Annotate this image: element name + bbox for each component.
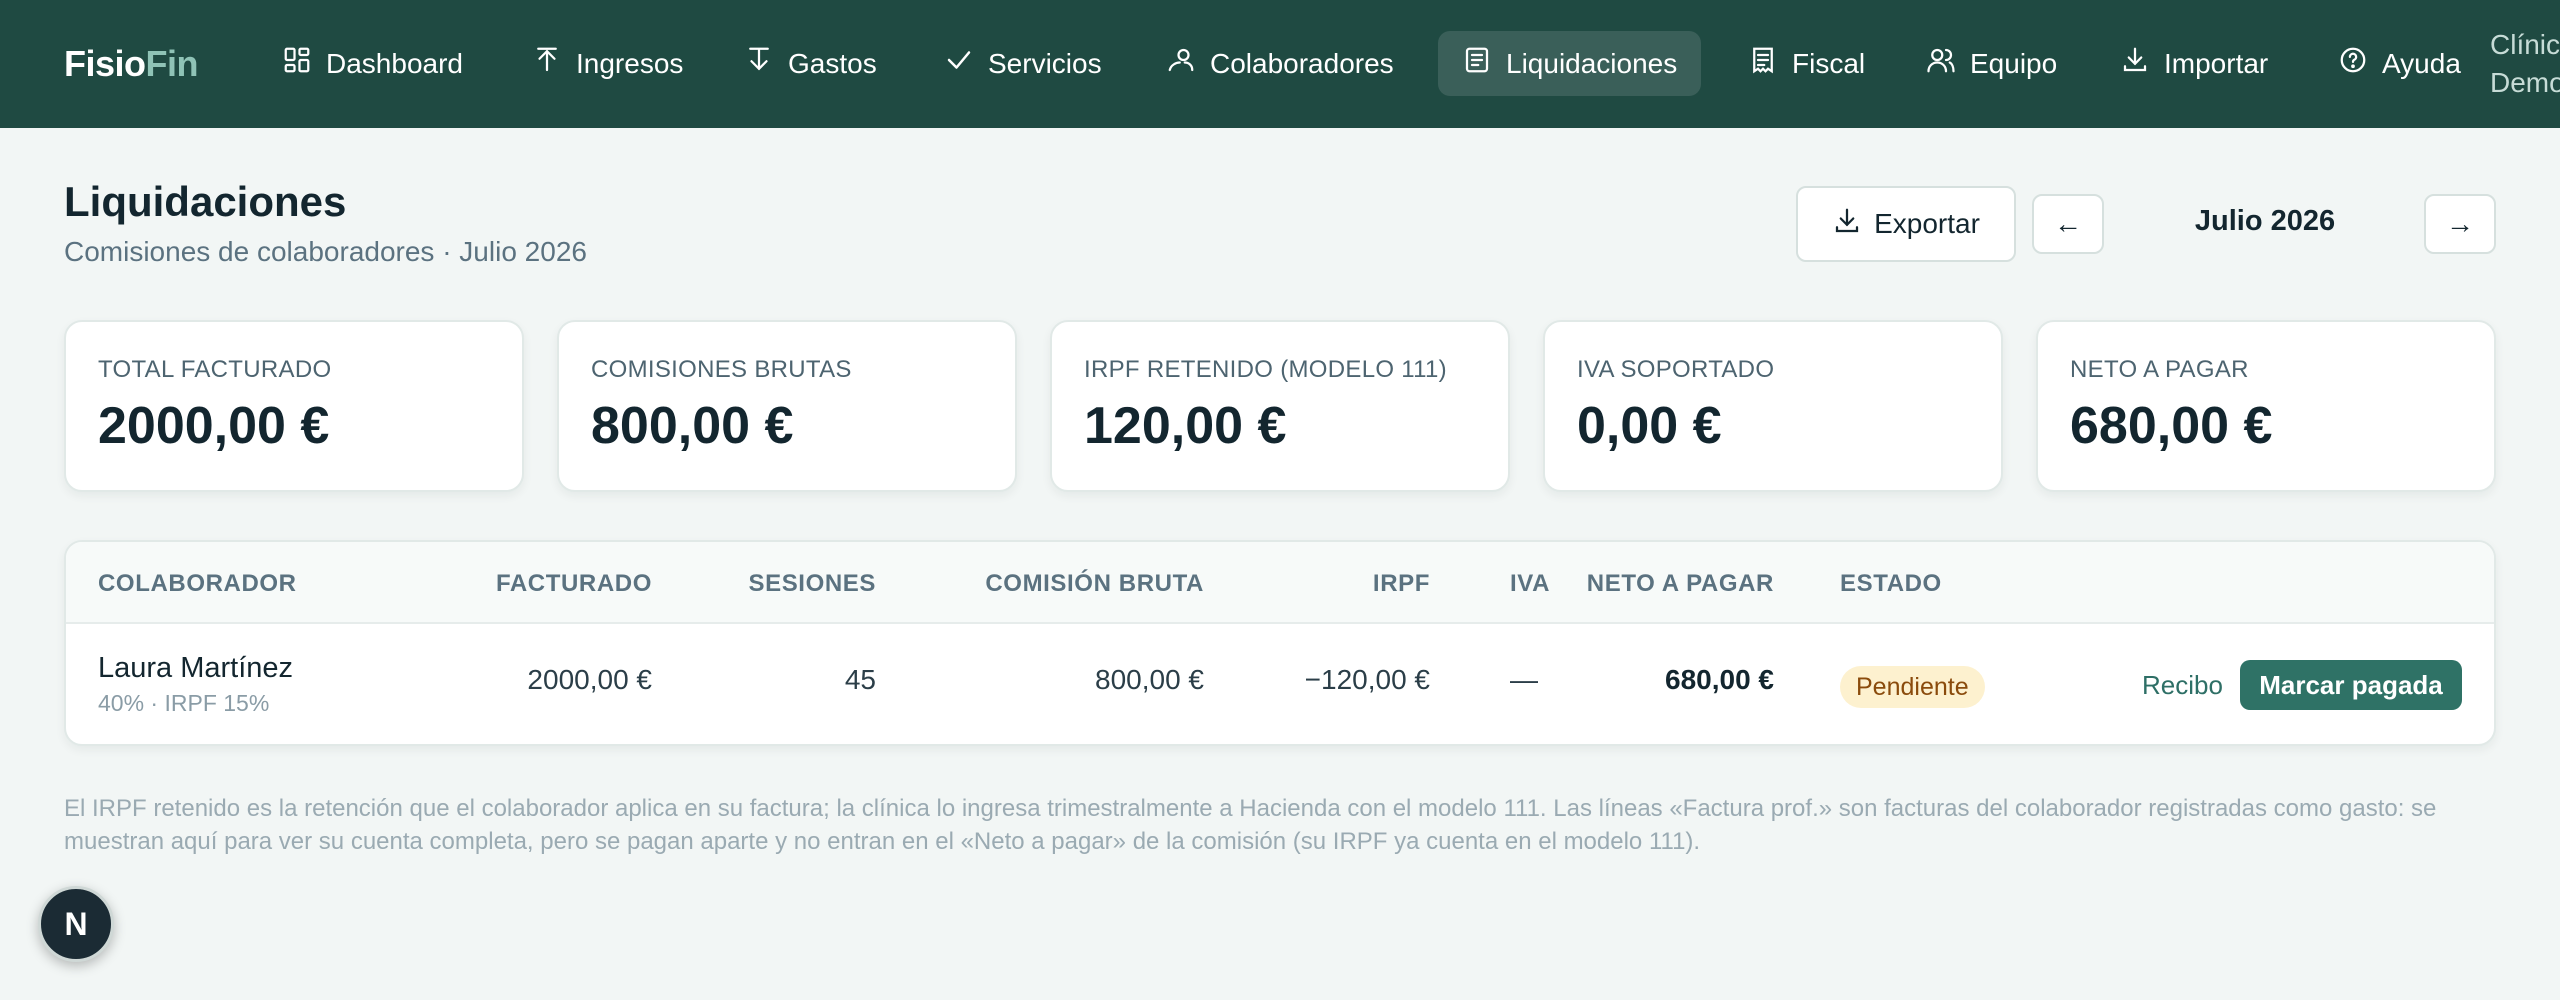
liquidaciones-table: COLABORADOR FACTURADO SESIONES COMISIÓN … [64,540,2496,746]
nav-item-fiscal[interactable]: Fiscal [1724,31,1889,96]
help-icon [2338,45,2368,82]
cell-neto-a-pagar: 680,00 € [1665,664,1774,695]
column-header-iva[interactable]: IVA [1466,570,1550,598]
nav-item-dashboard[interactable]: Dashboard [258,31,487,96]
column-header-facturado[interactable]: FACTURADO [366,570,652,598]
column-header-irpf[interactable]: IRPF [1266,570,1430,598]
summary-card-value: 2000,00 € [98,397,330,455]
collaborator-terms: 40% · IRPF 15% [98,690,270,716]
column-header-sesiones[interactable]: SESIONES [666,570,876,598]
user-icon [1166,45,1196,82]
upload-arrow-icon [532,45,562,82]
column-header-neto-a-pagar[interactable]: NETO A PAGAR [1566,570,1774,598]
page-subtitle: Comisiones de colaboradores · Julio 2026 [64,236,587,267]
top-navigation-bar: FisioFin Dashboard Ingresos Gastos Servi… [0,0,2560,128]
download-arrow-icon [744,45,774,82]
export-button[interactable]: Exportar [1796,186,2016,262]
receipt-icon [1748,45,1778,82]
receipt-link[interactable]: Recibo [2142,670,2223,701]
clinic-selector[interactable]: Clínic Demo [2490,26,2560,102]
brand-logo-part2: Fin [145,43,199,84]
summary-card-value: 0,00 € [1577,397,1722,455]
nav-item-label: Equipo [1970,47,2058,79]
cell-comision-bruta: 800,00 € [1095,664,1204,695]
brand-logo-part1: Fisio [64,43,146,84]
summary-card-label: NETO A PAGAR [2070,356,2249,383]
cell-facturado: 2000,00 € [527,664,652,695]
download-icon [1832,206,1862,243]
nav-item-label: Gastos [788,47,877,79]
nav-item-label: Importar [2164,47,2269,79]
mark-paid-button[interactable]: Marcar pagada [2240,660,2462,710]
nav-item-label: Colaboradores [1210,47,1394,79]
prev-month-button[interactable]: ← [2032,194,2104,254]
nav-item-liquidaciones[interactable]: Liquidaciones [1438,31,1702,96]
status-badge: Pendiente [1840,666,1985,708]
nav-item-ingresos[interactable]: Ingresos [508,31,707,96]
summary-card-label: IRPF RETENIDO (MODELO 111) [1084,356,1447,383]
document-icon [1462,45,1492,82]
summary-card-neto-a-pagar: NETO A PAGAR 680,00 € [2036,320,2496,492]
summary-card-comisiones-brutas: COMISIONES BRUTAS 800,00 € [557,320,1017,492]
dashboard-icon [282,45,312,82]
nav-item-importar[interactable]: Importar [2096,31,2292,96]
nav-item-label: Liquidaciones [1506,47,1678,79]
summary-card-iva-soportado: IVA SOPORTADO 0,00 € [1543,320,2003,492]
nav-item-ayuda[interactable]: Ayuda [2314,31,2485,96]
current-month: Julio 2026 [2194,205,2336,237]
users-icon [1926,45,1956,82]
summary-card-label: COMISIONES BRUTAS [591,356,852,383]
floating-assistant-button[interactable]: N [38,886,114,962]
summary-card-irpf-retenido: IRPF RETENIDO (MODELO 111) 120,00 € [1050,320,1510,492]
page-title: Liquidaciones [64,178,347,225]
nav-item-label: Fiscal [1792,47,1866,79]
next-month-button[interactable]: → [2424,194,2496,254]
nav-item-label: Ayuda [2382,47,2461,79]
column-header-colaborador[interactable]: COLABORADOR [98,570,297,598]
import-icon [2120,45,2150,82]
clinic-name-line2: Demo [2490,67,2560,98]
summary-card-value: 800,00 € [591,397,794,455]
nav-item-servicios[interactable]: Servicios [920,31,1126,96]
export-button-label: Exportar [1874,208,1980,239]
brand-logo[interactable]: FisioFin [64,40,199,88]
table-header: COLABORADOR FACTURADO SESIONES COMISIÓN … [66,542,2494,624]
summary-card-label: TOTAL FACTURADO [98,356,332,383]
nav-item-colaboradores[interactable]: Colaboradores [1142,31,1418,96]
cell-sesiones: 45 [844,664,876,695]
clinic-name-line1: Clínic [2490,29,2560,60]
nav-item-gastos[interactable]: Gastos [720,31,901,96]
column-header-estado[interactable]: ESTADO [1840,570,1942,598]
nav-item-label: Servicios [988,47,1102,79]
cell-irpf: −120,00 € [1304,664,1430,695]
cell-iva: — [1510,664,1538,695]
summary-card-value: 680,00 € [2070,397,2273,455]
nav-item-label: Dashboard [326,47,463,79]
check-icon [944,45,974,82]
summary-card-total-facturado: TOTAL FACTURADO 2000,00 € [64,320,524,492]
nav-item-equipo[interactable]: Equipo [1902,31,2081,96]
nav-item-label: Ingresos [576,47,684,79]
column-header-comision-bruta[interactable]: COMISIÓN BRUTA [906,570,1204,598]
summary-card-value: 120,00 € [1084,397,1287,455]
collaborator-name[interactable]: Laura Martínez [98,652,293,685]
footnote: El IRPF retenido es la retención que el … [64,795,2437,855]
summary-card-label: IVA SOPORTADO [1577,356,1775,383]
